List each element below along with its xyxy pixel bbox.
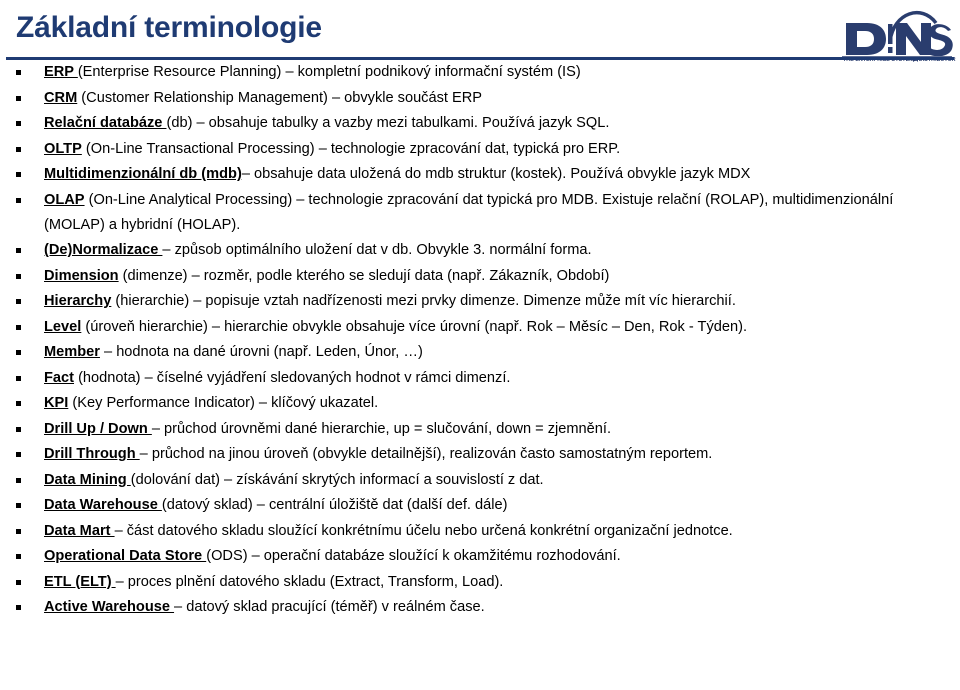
list-item-term: Operational Data Store xyxy=(44,548,207,564)
list-item-term: OLAP xyxy=(44,191,85,208)
dns-logo-icon: THE ENTERPRISE SYSTEMS DISTRIBUTOR xyxy=(842,11,956,62)
list-item: Data Mart – část datového skladu sloužíc… xyxy=(0,519,960,544)
list-item-description: – způsob optimálního uložení dat v db. O… xyxy=(162,242,592,258)
list-item-term: ERP xyxy=(44,64,78,80)
list-item-description: (datový sklad) – centrální úložiště dat … xyxy=(161,497,508,513)
page-title: Základní terminologie xyxy=(16,11,322,44)
list-item-description: – datový sklad pracující (téměř) v reáln… xyxy=(174,599,485,615)
list-item-term: CRM xyxy=(44,89,78,106)
list-item-description: (On-Line Transactional Processing) – tec… xyxy=(81,140,621,157)
list-item-description: (Enterprise Resource Planning) – komplet… xyxy=(77,64,581,80)
list-item: KPI (Key Performance Indicator) – klíčov… xyxy=(0,391,960,416)
list-item-term: Fact xyxy=(44,369,75,386)
list-item-description: (dimenze) – rozměr, podle kterého se sle… xyxy=(118,267,610,284)
list-item-term: Member xyxy=(44,344,100,360)
list-item: Level (úroveň hierarchie) – hierarchie o… xyxy=(0,315,960,340)
list-item: (De)Normalizace – způsob optimálního ulo… xyxy=(0,238,960,263)
list-item-term: Data Mart xyxy=(44,522,115,539)
list-item-term: Drill Through xyxy=(44,446,140,462)
list-item: Fact (hodnota) – číselné vyjádření sledo… xyxy=(0,366,960,391)
list-item: OLAP (On-Line Analytical Processing) – t… xyxy=(0,188,960,238)
list-item: Drill Up / Down – průchod úrovněmi dané … xyxy=(0,417,960,442)
list-item: ERP (Enterprise Resource Planning) – kom… xyxy=(0,60,960,85)
list-item: Data Warehouse (datový sklad) – centráln… xyxy=(0,493,960,518)
list-item: OLTP (On-Line Transactional Processing) … xyxy=(0,137,960,162)
list-item-term: Active Warehouse xyxy=(44,599,175,615)
list-item-term: ETL (ELT) xyxy=(44,573,116,590)
list-item: ETL (ELT) – proces plnění datového sklad… xyxy=(0,570,960,595)
list-item-description: – hodnota na dané úrovni (např. Leden, Ú… xyxy=(99,344,423,360)
terminology-content: ERP (Enterprise Resource Planning) – kom… xyxy=(0,60,960,621)
list-item-description: (Key Performance Indicator) – klíčový uk… xyxy=(68,395,379,411)
list-item-description: (db) – obsahuje tabulky a vazby mezi tab… xyxy=(166,115,610,131)
list-item: Member – hodnota na dané úrovni (např. L… xyxy=(0,340,960,365)
list-item-description: (Customer Relationship Management) – obv… xyxy=(77,89,483,106)
list-item-term: Hierarchy xyxy=(44,293,112,309)
list-item-description: (hodnota) – číselné vyjádření sledovanýc… xyxy=(74,369,511,386)
list-item-description: – obsahuje data uložená do mdb struktur … xyxy=(241,166,751,182)
list-item-term: Data Mining xyxy=(44,471,131,488)
list-item-description: – proces plnění datového skladu (Extract… xyxy=(115,573,504,590)
list-item-term: Relační databáze xyxy=(44,115,167,131)
list-item-term: Drill Up / Down xyxy=(44,420,152,437)
terminology-list: ERP (Enterprise Resource Planning) – kom… xyxy=(0,60,960,620)
list-item-term: OLTP xyxy=(44,140,82,157)
list-item-description: (On-Line Analytical Processing) – techno… xyxy=(44,191,894,233)
list-item-term: Dimension xyxy=(44,267,119,284)
list-item: Drill Through – průchod na jinou úroveň … xyxy=(0,442,960,467)
list-item-term: Multidimenzionální db (mdb) xyxy=(44,166,242,182)
list-item-description: (ODS) – operační databáze sloužící k oka… xyxy=(206,548,621,564)
list-item-term: Data Warehouse xyxy=(44,497,162,513)
list-item-description: – část datového skladu sloužící konkrétn… xyxy=(114,522,733,539)
list-item: Dimension (dimenze) – rozměr, podle kter… xyxy=(0,264,960,289)
list-item-term: KPI xyxy=(44,395,69,411)
list-item-description: – průchod na jinou úroveň (obvykle detai… xyxy=(139,446,713,462)
list-item: Hierarchy (hierarchie) – popisuje vztah … xyxy=(0,289,960,314)
list-item: Data Mining (dolování dat) – získávání s… xyxy=(0,468,960,493)
list-item: Active Warehouse – datový sklad pracujíc… xyxy=(0,595,960,620)
list-item-description: (úroveň hierarchie) – hierarchie obvykle… xyxy=(81,318,748,335)
list-item-description: (hierarchie) – popisuje vztah nadřízenos… xyxy=(111,293,736,309)
list-item-description: – průchod úrovněmi dané hierarchie, up =… xyxy=(151,420,612,437)
list-item-term: (De)Normalizace xyxy=(44,242,163,258)
list-item: CRM (Customer Relationship Management) –… xyxy=(0,86,960,111)
slide-header: Základní terminologie THE ENTERPRISE SYS… xyxy=(0,0,960,62)
list-item: Relační databáze (db) – obsahuje tabulky… xyxy=(0,111,960,136)
list-item: Multidimenzionální db (mdb)– obsahuje da… xyxy=(0,162,960,187)
list-item: Operational Data Store (ODS) – operační … xyxy=(0,544,960,569)
dns-logo: THE ENTERPRISE SYSTEMS DISTRIBUTOR xyxy=(838,6,956,62)
list-item-term: Level xyxy=(44,318,82,335)
list-item-description: (dolování dat) – získávání skrytých info… xyxy=(130,471,544,488)
